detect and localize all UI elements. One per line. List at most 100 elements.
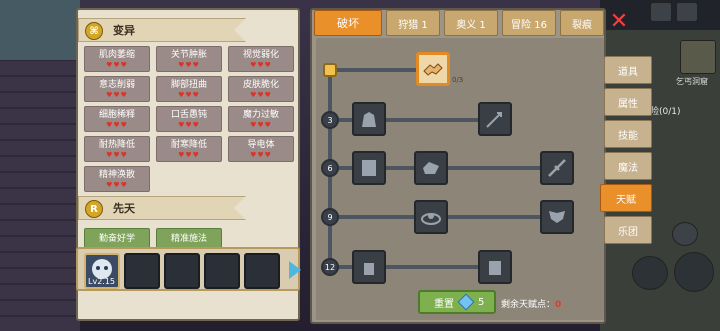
side-tab-skills[interactable]: 技能: [604, 120, 652, 148]
section-header-innate: R 先天: [78, 196, 246, 220]
trait-item[interactable]: 魔力过敏 ♥♥♥: [228, 106, 294, 132]
skill-slot[interactable]: [352, 102, 386, 136]
tab-rift[interactable]: 裂痕: [560, 10, 604, 36]
tab-mystic[interactable]: 奥义 1: [444, 10, 498, 36]
trait-hearts: ♥♥♥: [250, 91, 272, 99]
talent-panel: 破坏 狩猎 1 奥义 1 冒险 16 裂痕 3 6 9 12 0/3: [310, 8, 606, 324]
skill-slot[interactable]: [352, 250, 386, 284]
reset-button[interactable]: 重置 5: [418, 290, 496, 314]
tree-branch: [328, 215, 568, 219]
trait-item[interactable]: 视觉弱化 ♥♥♥: [228, 46, 294, 72]
gem-icon: [457, 293, 475, 311]
fist-icon: [423, 162, 439, 174]
trait-label: 关节肿胀: [170, 50, 207, 60]
side-tab-talent[interactable]: 天赋: [600, 184, 652, 212]
scene-brick-wall: [0, 60, 80, 331]
level-node: 12: [321, 258, 339, 276]
section-title: 变异: [113, 24, 135, 37]
skill-slot[interactable]: [414, 200, 448, 234]
trait-hearts: ♥♥♥: [250, 61, 272, 69]
attack-button[interactable]: [632, 256, 668, 290]
mutation-badge-icon: ⌘: [85, 22, 103, 40]
trait-item[interactable]: 意志削弱 ♥♥♥: [84, 76, 150, 102]
innate-badge-icon: R: [85, 200, 103, 218]
trait-hearts: ♥♥♥: [250, 121, 272, 129]
trait-label: 肌肉萎缩: [98, 50, 135, 60]
trait-item[interactable]: 脚部扭曲 ♥♥♥: [156, 76, 222, 102]
hero-slot[interactable]: Lv2.15: [84, 253, 120, 289]
trait-item[interactable]: 皮肤脆化 ♥♥♥: [228, 76, 294, 102]
skill-slot[interactable]: [540, 200, 574, 234]
trait-hearts: ♥♥♥: [106, 181, 128, 189]
side-tab-items[interactable]: 道具: [604, 56, 652, 84]
trait-item[interactable]: 口舌愚钝 ♥♥♥: [156, 106, 222, 132]
skill-slot[interactable]: [352, 151, 386, 185]
trait-item[interactable]: 精神涣散 ♥♥♥: [84, 166, 150, 192]
scroll-icon: [362, 160, 376, 176]
skill-handshake[interactable]: [416, 52, 450, 86]
level-node: 9: [321, 208, 339, 226]
reset-label: 重置: [434, 298, 454, 310]
trait-label: 口舌愚钝: [170, 110, 207, 120]
trait-hearts: ♥♥♥: [106, 61, 128, 69]
close-icon[interactable]: ✕: [607, 10, 631, 34]
skill-slot[interactable]: [478, 102, 512, 136]
trait-label: 导电体: [247, 140, 275, 150]
trait-hearts: ♥♥♥: [178, 91, 200, 99]
innate-item[interactable]: 勤奋好学: [84, 228, 150, 248]
quest-text: 险(0/1): [650, 107, 681, 117]
trait-hearts: ♥♥♥: [178, 121, 200, 129]
trait-hearts: ♥♥♥: [250, 151, 272, 159]
hud-button[interactable]: [650, 2, 672, 22]
minimap-label: 乞丐洞窟: [676, 77, 708, 86]
innate-item[interactable]: 精准施法: [156, 228, 222, 248]
bow-button[interactable]: [674, 252, 714, 292]
skill-slot[interactable]: [540, 151, 574, 185]
muscle-icon: [362, 112, 376, 127]
skill-slot[interactable]: [478, 250, 512, 284]
tree-start-node: [323, 63, 337, 77]
trait-item[interactable]: 关节肿胀 ♥♥♥: [156, 46, 222, 72]
trait-label: 耐热降低: [98, 140, 135, 150]
hand-icon: [489, 261, 501, 275]
scene-left-top: [0, 0, 80, 60]
next-arrow-icon[interactable]: [289, 261, 301, 279]
equip-slot[interactable]: [204, 253, 240, 289]
equip-slot[interactable]: [164, 253, 200, 289]
remaining-label: 剩余天赋点：: [501, 300, 556, 310]
remaining-points: 剩余天赋点：0: [501, 297, 561, 310]
refresh-button[interactable]: [672, 222, 698, 246]
trait-hearts: ♥♥♥: [106, 151, 128, 159]
trait-label: 视觉弱化: [242, 50, 279, 60]
talent-tree: 3 6 9 12 0/3: [316, 38, 604, 320]
tab-destroy[interactable]: 破坏: [314, 10, 382, 36]
raised-fist-icon: [364, 263, 374, 275]
trait-label: 魔力过敏: [242, 110, 279, 120]
trait-item[interactable]: 耐热降低 ♥♥♥: [84, 136, 150, 162]
trait-item[interactable]: 细胞稀释 ♥♥♥: [84, 106, 150, 132]
skill-slot[interactable]: [414, 151, 448, 185]
trait-hearts: ♥♥♥: [178, 151, 200, 159]
trait-label: 细胞稀释: [98, 110, 135, 120]
equip-slot[interactable]: [124, 253, 160, 289]
side-tab-magic[interactable]: 魔法: [604, 152, 652, 180]
arrow-icon: [486, 112, 502, 128]
skill-count: 0/3: [452, 76, 464, 84]
trait-item[interactable]: 导电体 ♥♥♥: [228, 136, 294, 162]
tab-hunt[interactable]: 狩猎 1: [386, 10, 440, 36]
trait-item[interactable]: 耐寒降低 ♥♥♥: [156, 136, 222, 162]
side-tab-troupe[interactable]: 乐团: [604, 216, 652, 244]
trait-label: 脚部扭曲: [170, 80, 207, 90]
side-tab-attributes[interactable]: 属性: [604, 88, 652, 116]
level-node: 3: [321, 111, 339, 129]
trait-label: 皮肤脆化: [242, 80, 279, 90]
trait-item[interactable]: 肌肉萎缩 ♥♥♥: [84, 46, 150, 72]
minimap[interactable]: [680, 40, 716, 74]
tab-adventure[interactable]: 冒险 16: [502, 10, 556, 36]
hud-button[interactable]: [676, 2, 698, 22]
equip-slot[interactable]: [244, 253, 280, 289]
remaining-value: 0: [555, 300, 562, 310]
section-title: 先天: [113, 202, 135, 215]
level-node: 6: [321, 159, 339, 177]
trait-label: 意志削弱: [98, 80, 135, 90]
